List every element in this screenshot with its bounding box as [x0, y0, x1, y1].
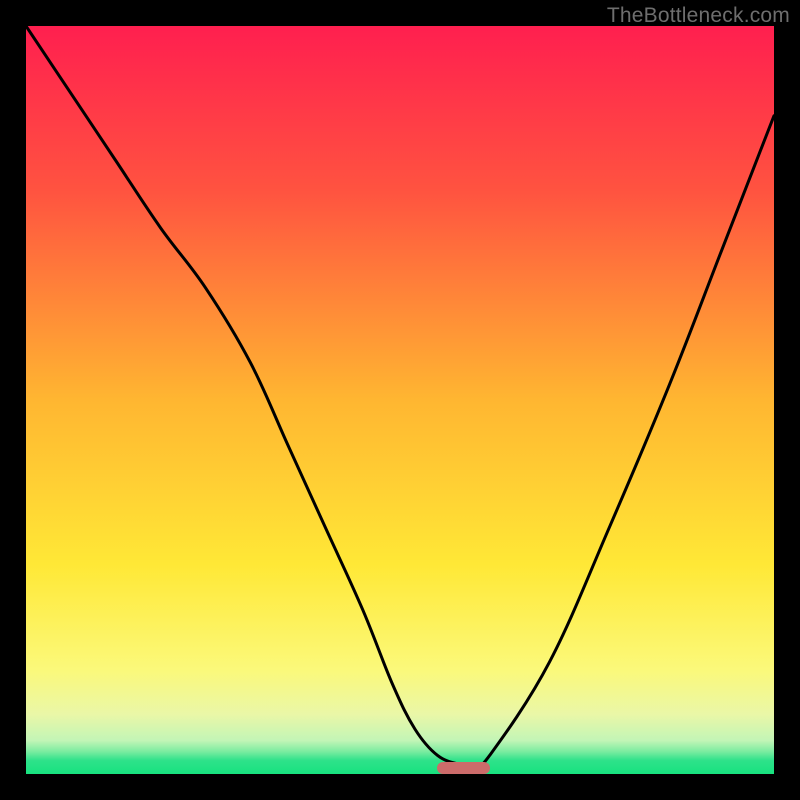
minimum-marker — [437, 762, 489, 774]
bottleneck-curve — [26, 26, 774, 766]
outer-frame: TheBottleneck.com — [0, 0, 800, 800]
curve-layer — [26, 26, 774, 774]
plot-area — [26, 26, 774, 774]
watermark-text: TheBottleneck.com — [607, 4, 790, 28]
